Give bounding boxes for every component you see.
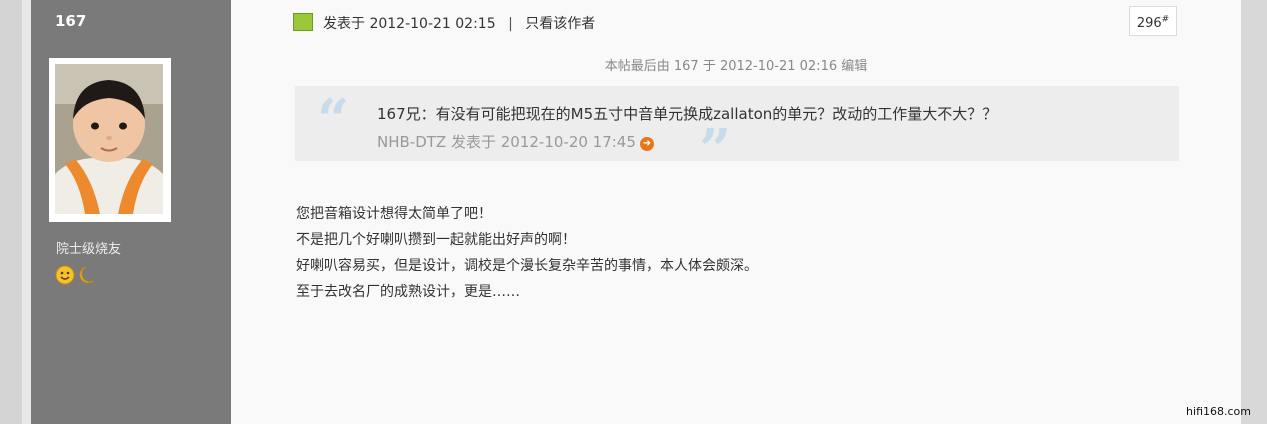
author-rank: 院士级烧友	[56, 242, 122, 257]
medals-icon[interactable]	[55, 264, 99, 286]
page-frame-left	[22, 0, 31, 424]
quote-block: “ 167兄：有没有可能把现在的M5五寸中音单元换成zallaton的单元？改动…	[295, 86, 1179, 178]
floor-mark: #	[1161, 14, 1170, 25]
author-only-link[interactable]: 只看该作者	[525, 16, 595, 32]
post-timestamp: 发表于 2012-10-21 02:15	[323, 16, 496, 32]
site-watermark: hifi168.com	[1186, 405, 1251, 418]
body-line: 好喇叭容易买，但是设计，调校是个漫长复杂辛苦的事情，本人体会颇深。	[296, 258, 758, 274]
author-avatar[interactable]	[49, 58, 171, 222]
child-portrait-avatar-icon	[55, 64, 163, 214]
quote-text: 167兄：有没有可能把现在的M5五寸中音单元换成zallaton的单元？改动的工…	[377, 105, 998, 123]
quote-attribution: NHB-DTZ 发表于 2012-10-20 17:45 ➜	[377, 131, 654, 152]
post-content-area: 发表于 2012-10-21 02:15 | 只看该作者 296# 本帖最后由 …	[231, 0, 1241, 424]
quote-author-time: NHB-DTZ 发表于 2012-10-20 17:45	[377, 133, 636, 151]
edit-note: 本帖最后由 167 于 2012-10-21 02:16 编辑	[604, 59, 868, 74]
post-meta: 发表于 2012-10-21 02:15 | 只看该作者	[323, 13, 595, 33]
author-sidebar: 167 院士级烧友	[31, 0, 231, 424]
post-user-icon[interactable]	[293, 13, 313, 31]
floor-number: 296	[1136, 16, 1162, 31]
avatar-photo	[55, 64, 163, 214]
body-line: 您把音箱设计想得太简单了吧！	[296, 206, 492, 222]
page-frame-right	[1241, 0, 1267, 424]
post-body: 您把音箱设计想得太简单了吧！ 不是把几个好喇叭攒到一起就能出好声的啊！ 好喇叭容…	[296, 201, 758, 305]
author-username[interactable]: 167	[55, 12, 86, 30]
jump-to-post-icon[interactable]: ➜	[639, 137, 654, 151]
close-quote-icon: ”	[699, 117, 732, 183]
meta-separator: |	[508, 16, 513, 32]
open-quote-icon: “	[317, 87, 350, 153]
floor-number-badge[interactable]: 296#	[1129, 6, 1177, 36]
body-line: 至于去改名厂的成熟设计，更是……	[296, 284, 520, 300]
body-line: 不是把几个好喇叭攒到一起就能出好声的啊！	[296, 232, 576, 248]
